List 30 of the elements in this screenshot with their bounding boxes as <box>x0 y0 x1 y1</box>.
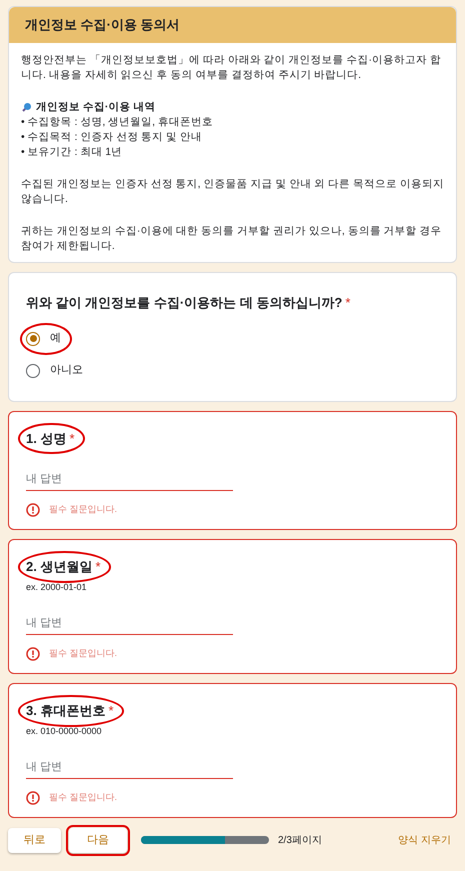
page-indicator: 2/3페이지 <box>278 834 322 848</box>
radio-option[interactable]: 아니오 <box>20 354 445 386</box>
question-title: 2. 생년월일 <box>26 558 92 576</box>
question-text: 위와 같이 개인정보를 수집·이용하는 데 동의하십니까? <box>26 294 342 312</box>
nav-button[interactable]: 다음 <box>69 828 127 852</box>
clear-form-link[interactable]: 양식 지우기 <box>398 832 451 848</box>
hint-text: ex. 2000-01-01 <box>26 581 88 594</box>
required-mark: * <box>95 558 101 576</box>
note-paragraph: 귀하는 개인정보의 수집·이용에 대한 동의를 거부할 권리가 있으나, 동의를 거부할 경우 참여가 제한됩니다. <box>21 224 443 254</box>
radio-option[interactable]: 예 <box>20 322 445 354</box>
section-title: 개인정보 수집·이용 내역 <box>36 100 156 115</box>
answer-field[interactable]: 내 답변 <box>26 758 233 779</box>
answer-field[interactable]: 내 답변 <box>26 614 233 635</box>
bullet-item: • 수집항목 : 성명, 생년월일, 휴대폰번호 <box>21 115 214 130</box>
question-title: 1. 성명 <box>26 430 66 448</box>
question-title: 3. 휴대폰번호 <box>26 702 106 720</box>
intro-paragraph: 행정안전부는 「개인정보보호법」에 따라 아래와 같이 개인정보를 수집·이용하고자 합니다. 내용을 자세히 읽으신 후 동의 여부를 결정하여 주시기 바랍니다. <box>21 53 442 83</box>
required-mark: * <box>108 702 114 720</box>
form-title: 개인정보 수집·이용 동의서 <box>25 16 180 34</box>
error-message: 필수 질문입니다. <box>49 503 118 516</box>
nav-button[interactable]: 뒤로 <box>8 828 61 852</box>
bullet-item: • 보유기간 : 최대 1년 <box>21 145 124 160</box>
error-message: 필수 질문입니다. <box>49 647 118 660</box>
hint-text: ex. 010-0000-0000 <box>26 725 103 738</box>
note-paragraph: 수집된 개인정보는 인증자 선정 통지, 인증물품 지급 및 안내 외 다른 목적으로 이용되지 않습니다. <box>21 177 444 207</box>
error-message: 필수 질문입니다. <box>49 791 118 804</box>
required-mark: * <box>345 294 350 312</box>
answer-field[interactable]: 내 답변 <box>26 470 233 491</box>
required-mark: * <box>69 430 75 448</box>
bullet-item: • 수집목적 : 인증자 선정 통지 및 안내 <box>21 130 204 145</box>
